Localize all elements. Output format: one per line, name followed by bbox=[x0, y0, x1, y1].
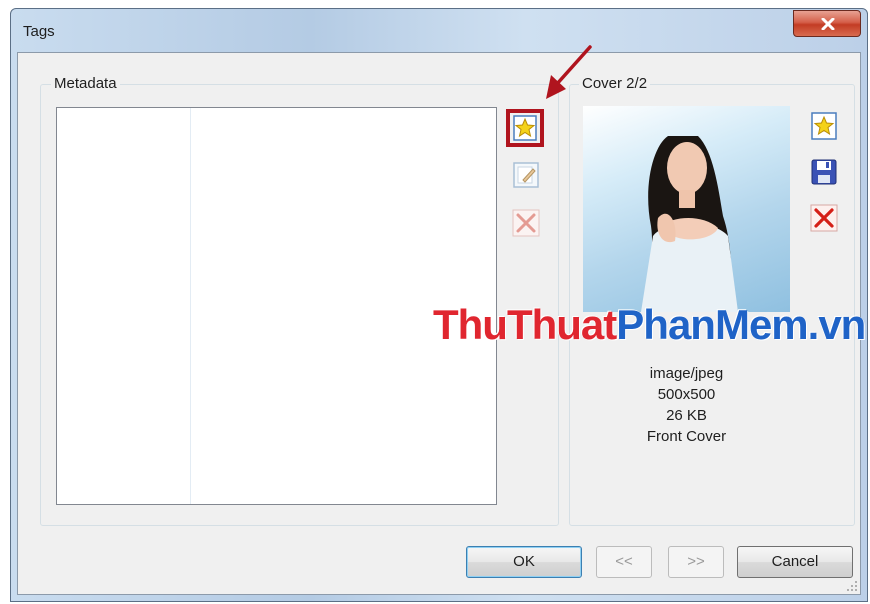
delete-icon bbox=[512, 209, 540, 237]
window-title: Tags bbox=[23, 23, 55, 40]
watermark-part1: ThuThuat bbox=[433, 301, 617, 348]
cover-type: Front Cover bbox=[646, 428, 727, 445]
cover-photo bbox=[641, 136, 738, 312]
annotation-arrow-icon bbox=[546, 45, 592, 99]
add-metadata-button[interactable] bbox=[506, 109, 544, 147]
edit-icon bbox=[513, 162, 539, 188]
next-button[interactable]: >> bbox=[668, 546, 724, 578]
watermark-part2: PhanMem.vn bbox=[616, 301, 866, 348]
cover-image[interactable] bbox=[583, 106, 790, 312]
edit-metadata-button[interactable] bbox=[511, 160, 541, 190]
delete-cover-button[interactable] bbox=[809, 203, 839, 233]
close-icon bbox=[821, 18, 835, 30]
resize-grip-icon[interactable] bbox=[846, 580, 858, 592]
metadata-group-label: Metadata bbox=[51, 75, 120, 92]
close-button[interactable] bbox=[793, 10, 861, 37]
previous-button[interactable]: << bbox=[596, 546, 652, 578]
column-separator bbox=[190, 108, 191, 504]
add-star-icon bbox=[811, 112, 837, 140]
metadata-list[interactable] bbox=[56, 107, 497, 505]
delete-icon bbox=[810, 204, 838, 232]
title-bar[interactable]: Tags bbox=[11, 9, 867, 49]
delete-metadata-button[interactable] bbox=[511, 208, 541, 238]
save-cover-button[interactable] bbox=[809, 157, 839, 187]
add-cover-button[interactable] bbox=[809, 111, 839, 141]
cover-size: 26 KB bbox=[666, 407, 707, 424]
watermark: ThuThuatPhanMem.vn bbox=[433, 301, 866, 349]
add-star-icon bbox=[513, 115, 537, 141]
cover-dimensions: 500x500 bbox=[657, 386, 716, 403]
cover-mime: image/jpeg bbox=[649, 365, 724, 382]
cover-info: image/jpeg 500x500 26 KB Front Cover bbox=[583, 363, 790, 447]
ok-button[interactable]: OK bbox=[466, 546, 582, 578]
cancel-button[interactable]: Cancel bbox=[737, 546, 853, 578]
save-icon bbox=[811, 159, 837, 185]
